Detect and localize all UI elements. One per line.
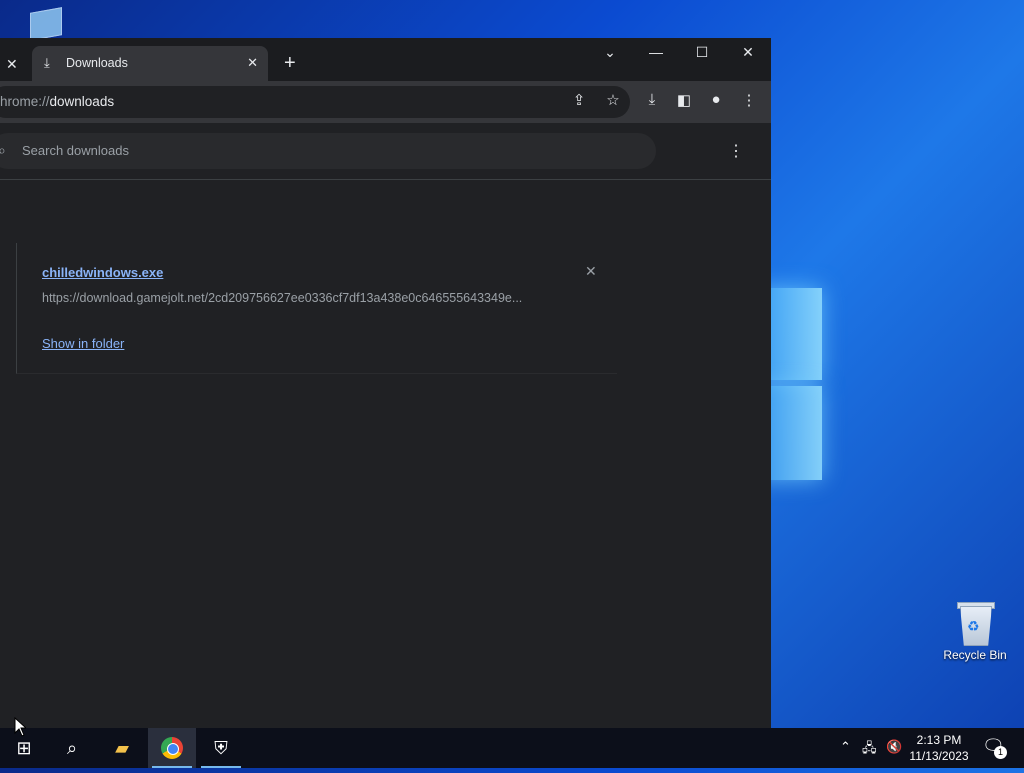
url-scheme: hrome:// bbox=[0, 94, 50, 109]
chrome-taskbar-button[interactable] bbox=[148, 728, 196, 768]
browser-window: ✕ ⤓ Downloads ✕ + ⌄ — ☐ ✕ hrome://downlo… bbox=[0, 38, 771, 728]
minimize-button[interactable]: — bbox=[643, 44, 669, 60]
security-taskbar-button[interactable]: ⛨ bbox=[197, 728, 245, 768]
folder-icon: ▰ bbox=[115, 738, 129, 758]
close-window-button[interactable]: ✕ bbox=[735, 44, 761, 61]
downloads-more-icon[interactable]: ⋮ bbox=[728, 141, 744, 161]
search-taskbar-button[interactable]: ⌕ bbox=[48, 728, 96, 768]
recycle-bin-icon: ♻ bbox=[957, 600, 995, 646]
network-icon[interactable]: 🖧 bbox=[862, 739, 877, 761]
tab-title: Downloads bbox=[66, 56, 128, 70]
clock-time: 2:13 PM bbox=[916, 733, 962, 747]
notification-count-badge: 1 bbox=[994, 746, 1007, 759]
show-in-folder-link[interactable]: Show in folder bbox=[42, 336, 124, 351]
profile-avatar-icon[interactable]: ● bbox=[705, 91, 727, 108]
url-path: downloads bbox=[49, 94, 115, 109]
browser-toolbar: hrome://downloads ⇪ ☆ ⤓ ◧ ● ⋮ bbox=[0, 81, 771, 123]
new-tab-button[interactable]: + bbox=[284, 53, 296, 73]
side-panel-icon[interactable]: ◧ bbox=[673, 91, 695, 109]
recycle-bin-label: Recycle Bin bbox=[943, 648, 1007, 662]
tab-search-chevron-icon[interactable]: ⌄ bbox=[597, 44, 623, 61]
tab-close-icon[interactable]: ✕ bbox=[247, 55, 258, 71]
close-icon[interactable]: ✕ bbox=[6, 56, 18, 73]
download-source-url: https://download.gamejolt.net/2cd2097566… bbox=[42, 291, 523, 305]
action-center-button[interactable]: 🗨 1 bbox=[982, 736, 1007, 759]
downloads-header: ⌕ Search downloads ⋮ bbox=[0, 123, 771, 180]
maximize-button[interactable]: ☐ bbox=[689, 44, 715, 61]
remove-download-icon[interactable]: ✕ bbox=[585, 263, 597, 280]
system-clock[interactable]: 2:13 PM 11/13/2023 bbox=[906, 732, 972, 764]
share-icon[interactable]: ⇪ bbox=[568, 91, 590, 109]
recycle-bin-shortcut[interactable]: ♻ Recycle Bin bbox=[940, 600, 1010, 662]
address-bar[interactable]: hrome://downloads ⇪ ☆ bbox=[0, 86, 630, 118]
windows-start-icon: ⊞ bbox=[16, 738, 32, 758]
downloads-button-icon[interactable]: ⤓ bbox=[641, 91, 663, 108]
download-icon: ⤓ bbox=[44, 55, 50, 70]
search-icon: ⌕ bbox=[0, 142, 6, 158]
bookmark-star-icon[interactable]: ☆ bbox=[602, 91, 624, 109]
download-item-card: chilledwindows.exe https://download.game… bbox=[16, 243, 617, 374]
chrome-icon bbox=[161, 737, 183, 759]
search-icon: ⌕ bbox=[66, 738, 78, 758]
download-file-name-link[interactable]: chilledwindows.exe bbox=[42, 265, 163, 280]
search-downloads-input[interactable]: ⌕ Search downloads bbox=[0, 133, 656, 169]
shield-icon: ⛨ bbox=[214, 738, 228, 758]
taskbar: ⊞ ⌕ ▰ ⛨ ⌃ 🖧 🔇 2:13 PM 11/13/2023 🗨 1 bbox=[0, 728, 1024, 768]
tab-strip: ✕ ⤓ Downloads ✕ + ⌄ — ☐ ✕ bbox=[0, 38, 771, 81]
browser-menu-icon[interactable]: ⋮ bbox=[738, 91, 760, 109]
volume-muted-icon[interactable]: 🔇 bbox=[886, 739, 902, 755]
clock-date: 11/13/2023 bbox=[909, 749, 969, 763]
show-hidden-icons-chevron-icon[interactable]: ⌃ bbox=[840, 739, 851, 755]
tab-downloads[interactable]: ⤓ Downloads ✕ bbox=[32, 46, 268, 81]
desktop-folder-icon[interactable] bbox=[30, 7, 62, 41]
file-explorer-button[interactable]: ▰ bbox=[98, 728, 146, 768]
search-placeholder: Search downloads bbox=[22, 143, 129, 158]
